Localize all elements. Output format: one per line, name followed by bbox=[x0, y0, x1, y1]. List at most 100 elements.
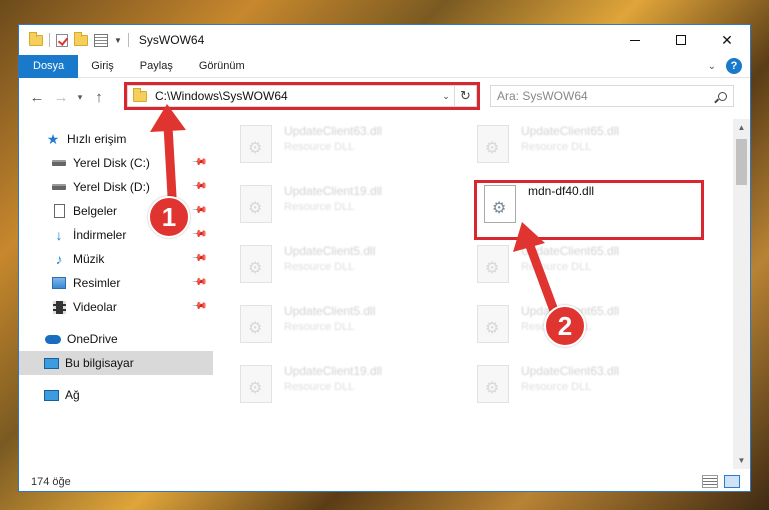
scroll-up-arrow-icon[interactable]: ▲ bbox=[733, 119, 750, 136]
star-icon: ★ bbox=[46, 130, 60, 147]
close-button[interactable]: ✕ bbox=[704, 25, 750, 55]
sidebar-item-label: Hızlı erişim bbox=[67, 132, 127, 146]
file-type: Resource DLL bbox=[521, 381, 592, 393]
pin-icon[interactable]: 📌 bbox=[190, 274, 207, 291]
file-name: UpdateClient65.dll bbox=[521, 124, 620, 138]
file-item[interactable]: ⚙ UpdateClient63.dll Resource DLL bbox=[477, 363, 687, 413]
status-bar: 174 öğe bbox=[19, 471, 750, 491]
help-icon[interactable]: ? bbox=[726, 58, 742, 74]
sidebar-item-local-disk-c[interactable]: Yerel Disk (C:) 📌 bbox=[19, 151, 213, 175]
pin-icon[interactable]: 📌 bbox=[190, 298, 207, 315]
up-button[interactable]: ↑ bbox=[87, 85, 111, 109]
file-highlight-box bbox=[474, 180, 704, 240]
sidebar-item-label: Resimler bbox=[73, 276, 121, 290]
navigation-pane: ★ Hızlı erişim Yerel Disk (C:) 📌 Yerel D… bbox=[19, 119, 213, 469]
window-controls: ✕ bbox=[612, 25, 750, 55]
toolbar-separator bbox=[127, 33, 129, 47]
dll-file-icon: ⚙ bbox=[240, 245, 272, 283]
sidebar-item-this-pc[interactable]: Bu bilgisayar bbox=[19, 351, 213, 375]
sidebar-item-label: OneDrive bbox=[67, 332, 118, 346]
window-title: SysWOW64 bbox=[138, 33, 205, 47]
file-item[interactable]: ⚙ UpdateClient5.dll Resource DLL bbox=[240, 243, 450, 293]
disk-icon bbox=[51, 156, 67, 170]
file-item[interactable]: ⚙ UpdateClient65.dll Resource DLL bbox=[477, 243, 687, 293]
file-item[interactable]: ⚙ UpdateClient5.dll Resource DLL bbox=[240, 303, 450, 353]
file-name: UpdateClient5.dll bbox=[284, 304, 376, 318]
scroll-thumb[interactable] bbox=[736, 139, 747, 185]
sidebar-item-videos[interactable]: Videolar 📌 bbox=[19, 295, 213, 319]
file-item[interactable]: ⚙ UpdateClient63.dll Resource DLL bbox=[240, 123, 450, 173]
tab-view[interactable]: Görünüm bbox=[186, 55, 258, 78]
computer-icon bbox=[43, 356, 59, 370]
search-box[interactable] bbox=[490, 85, 734, 107]
sidebar-item-quick-access[interactable]: ★ Hızlı erişim bbox=[19, 127, 213, 151]
dll-file-icon: ⚙ bbox=[240, 365, 272, 403]
music-icon: ♪ bbox=[55, 251, 63, 267]
properties-icon[interactable] bbox=[94, 33, 108, 47]
sidebar-item-label: Bu bilgisayar bbox=[65, 356, 134, 370]
file-name: UpdateClient19.dll bbox=[284, 184, 383, 198]
sidebar-item-network[interactable]: Ağ bbox=[19, 383, 213, 407]
file-type: Resource DLL bbox=[284, 261, 355, 273]
dll-file-icon: ⚙ bbox=[240, 185, 272, 223]
pin-icon[interactable]: 📌 bbox=[190, 226, 207, 243]
minimize-button[interactable] bbox=[612, 25, 658, 55]
sidebar-item-label: Yerel Disk (C:) bbox=[73, 156, 150, 170]
sidebar-item-pictures[interactable]: Resimler 📌 bbox=[19, 271, 213, 295]
vertical-scrollbar[interactable]: ▲ ▼ bbox=[733, 119, 750, 469]
file-list: ⚙ UpdateClient63.dll Resource DLL ⚙ Updat… bbox=[214, 119, 732, 469]
pin-icon[interactable]: 📌 bbox=[190, 178, 207, 195]
folder-icon[interactable] bbox=[29, 31, 43, 46]
sidebar-item-label: Müzik bbox=[73, 252, 105, 266]
scroll-down-arrow-icon[interactable]: ▼ bbox=[733, 452, 750, 469]
file-item[interactable]: ⚙ UpdateClient65.dll Resource DLL bbox=[477, 123, 687, 173]
download-icon: ↓ bbox=[55, 227, 63, 243]
sidebar-item-label: Yerel Disk (D:) bbox=[73, 180, 150, 194]
sidebar-item-label: Videolar bbox=[73, 300, 117, 314]
file-item[interactable]: ⚙ UpdateClient19.dll Resource DLL bbox=[240, 363, 450, 413]
minimize-icon bbox=[630, 39, 640, 41]
back-button[interactable]: ← bbox=[25, 85, 49, 109]
documents-icon bbox=[51, 204, 67, 218]
file-name: UpdateClient5.dll bbox=[284, 244, 376, 258]
customize-toolbar-chevron-icon[interactable]: ▼ bbox=[114, 36, 122, 45]
tab-home[interactable]: Giriş bbox=[78, 55, 127, 78]
file-item[interactable]: ⚙ UpdateClient19.dll Resource DLL bbox=[240, 183, 450, 233]
file-type: Resource DLL bbox=[284, 321, 355, 333]
item-count: 174 öğe bbox=[31, 476, 71, 488]
file-type: Resource DLL bbox=[521, 261, 592, 273]
maximize-button[interactable] bbox=[658, 25, 704, 55]
pin-icon[interactable]: 📌 bbox=[190, 154, 207, 171]
title-bar: ▼ SysWOW64 ✕ bbox=[19, 25, 750, 55]
videos-icon bbox=[51, 300, 67, 314]
file-name: UpdateClient63.dll bbox=[284, 124, 383, 138]
pin-icon[interactable]: 📌 bbox=[190, 250, 207, 267]
tab-share[interactable]: Paylaş bbox=[127, 55, 186, 78]
dll-file-icon: ⚙ bbox=[240, 305, 272, 343]
dll-file-icon: ⚙ bbox=[477, 245, 509, 283]
forward-button[interactable]: → bbox=[49, 85, 73, 109]
file-type: Resource DLL bbox=[284, 141, 355, 153]
file-type: Resource DLL bbox=[284, 381, 355, 393]
dll-file-icon: ⚙ bbox=[477, 305, 509, 343]
search-icon[interactable] bbox=[711, 91, 733, 101]
large-icons-view-icon[interactable] bbox=[724, 475, 740, 488]
new-folder-icon[interactable] bbox=[74, 31, 88, 46]
file-name: UpdateClient19.dll bbox=[284, 364, 383, 378]
sidebar-item-label: Belgeler bbox=[73, 204, 118, 218]
search-input[interactable] bbox=[497, 87, 711, 105]
sidebar-item-music[interactable]: ♪ Müzik 📌 bbox=[19, 247, 213, 271]
pin-icon[interactable]: 📌 bbox=[190, 202, 207, 219]
cloud-icon bbox=[45, 332, 61, 346]
tab-file[interactable]: Dosya bbox=[19, 54, 79, 78]
address-highlight-box bbox=[124, 82, 480, 110]
sidebar-item-onedrive[interactable]: OneDrive bbox=[19, 327, 213, 351]
ribbon-tabs: Dosya Giriş Paylaş Görünüm ⌄ ? bbox=[19, 54, 750, 78]
sidebar-item-local-disk-d[interactable]: Yerel Disk (D:) 📌 bbox=[19, 175, 213, 199]
recent-locations-button[interactable]: ▾ bbox=[73, 92, 87, 103]
properties-check-icon[interactable] bbox=[56, 33, 68, 47]
expand-ribbon-chevron-icon[interactable]: ⌄ bbox=[708, 61, 716, 72]
details-view-icon[interactable] bbox=[702, 475, 718, 488]
step-badge-1: 1 bbox=[148, 196, 190, 238]
sidebar-item-label: Ağ bbox=[65, 388, 80, 402]
